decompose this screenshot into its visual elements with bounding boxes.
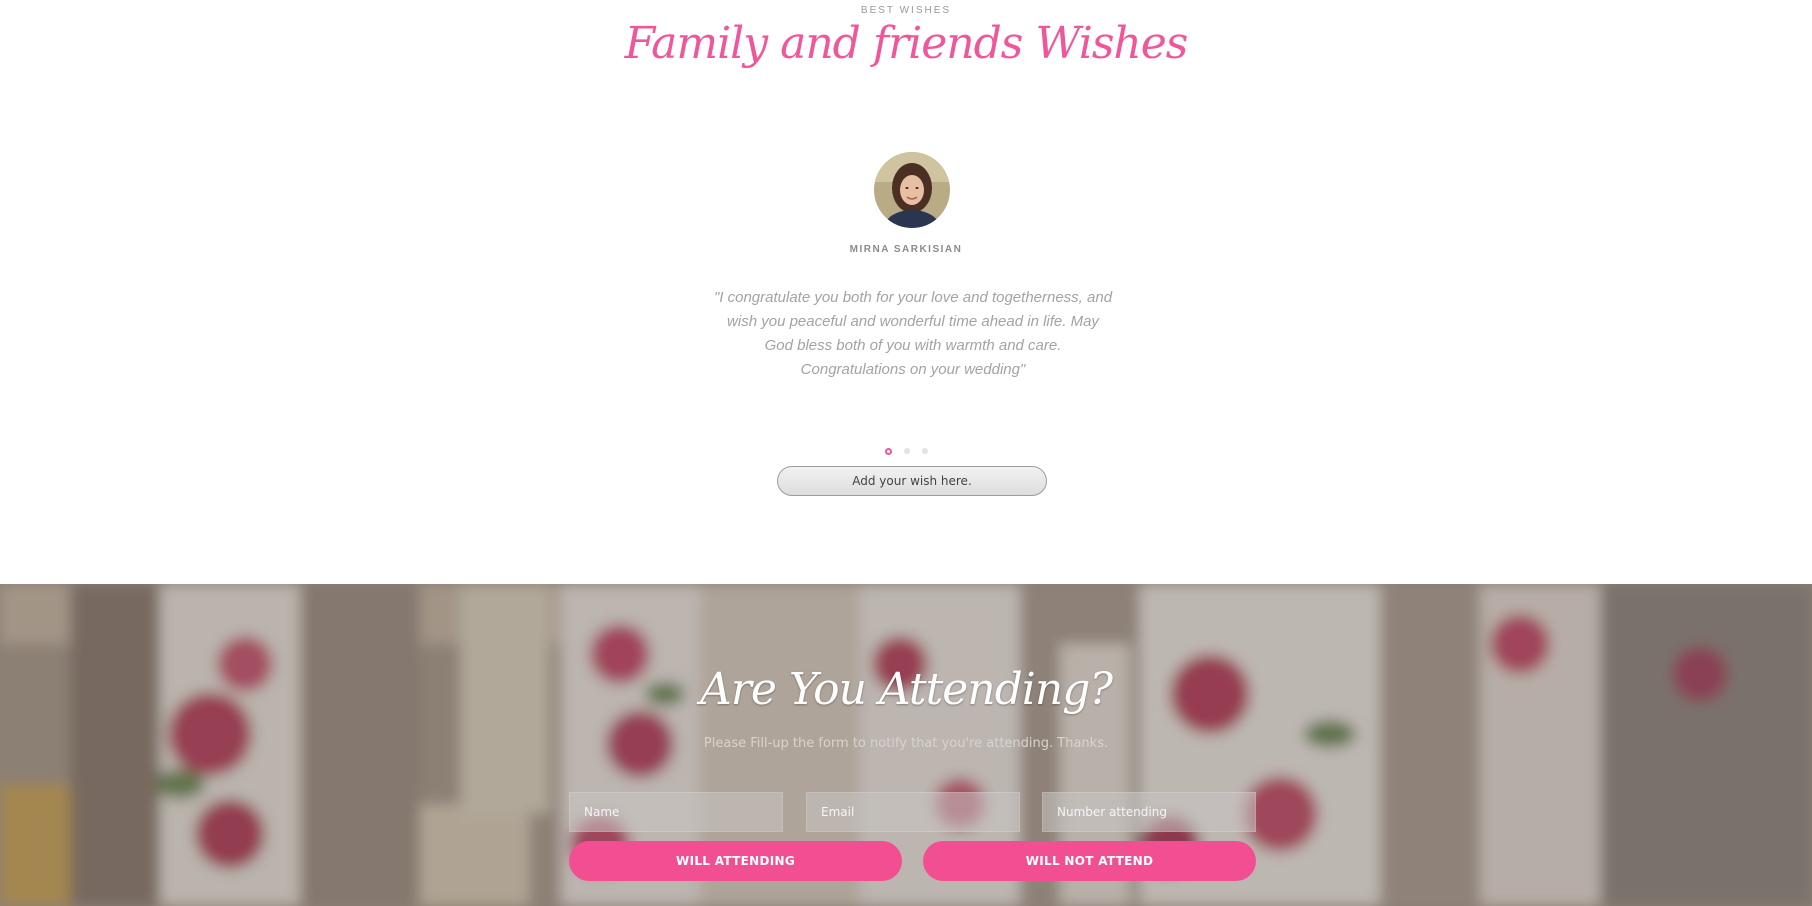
carousel-dot[interactable]	[884, 448, 892, 455]
carousel-dot[interactable]	[903, 448, 910, 454]
carousel-dots	[0, 448, 1812, 455]
rsvp-subtitle: Please Fill-up the form to notify that y…	[703, 736, 1109, 751]
wishes-title: Family and friends Wishes	[624, 18, 1189, 69]
rsvp-section: Are You Attending? Please Fill-up the fo…	[0, 584, 1812, 906]
will-attend-button[interactable]: WILL ATTENDING	[569, 841, 902, 881]
carousel-dot[interactable]	[921, 448, 928, 454]
email-field[interactable]	[806, 792, 1020, 832]
testimonial-author: MIRNA SARKISIAN	[849, 244, 963, 255]
name-field[interactable]	[569, 792, 783, 832]
add-wish-button[interactable]: Add your wish here.	[777, 466, 1047, 496]
rsvp-title: Are You Attending?	[700, 664, 1113, 715]
section-eyebrow: BEST WISHES	[860, 5, 952, 16]
number-attending-field[interactable]	[1042, 792, 1256, 832]
avatar	[874, 152, 950, 228]
will-not-attend-button[interactable]: WILL NOT ATTEND	[923, 841, 1256, 881]
wishes-section: BEST WISHES Family and friends Wishes MI…	[0, 0, 1812, 584]
testimonial-quote: "I congratulate you both for your love a…	[713, 289, 1113, 378]
